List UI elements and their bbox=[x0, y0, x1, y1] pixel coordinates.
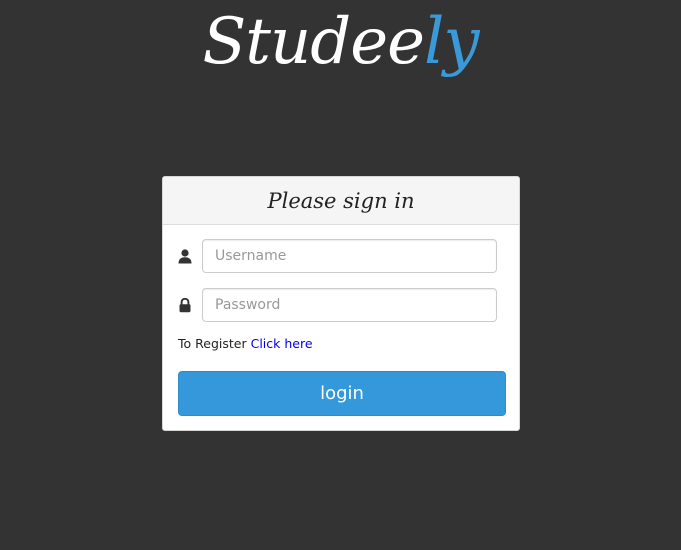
sign-in-panel: Please sign in To Register Click here lo… bbox=[162, 176, 520, 431]
login-page: Studeely Please sign in To Register Clic… bbox=[0, 0, 681, 550]
register-prompt: To Register Click here bbox=[178, 336, 313, 352]
register-link[interactable]: Click here bbox=[251, 336, 313, 351]
password-input[interactable] bbox=[202, 288, 497, 322]
username-input[interactable] bbox=[202, 239, 497, 273]
register-text: To Register bbox=[178, 336, 247, 351]
username-row bbox=[163, 239, 519, 273]
lock-icon bbox=[177, 297, 193, 313]
password-row bbox=[163, 288, 519, 322]
brand-logo-main: Studee bbox=[202, 5, 424, 79]
panel-title: Please sign in bbox=[163, 177, 519, 225]
brand-logo: Studeely bbox=[0, 0, 681, 90]
user-icon bbox=[177, 248, 193, 264]
brand-logo-accent: ly bbox=[423, 5, 480, 79]
login-button[interactable]: login bbox=[178, 371, 506, 416]
